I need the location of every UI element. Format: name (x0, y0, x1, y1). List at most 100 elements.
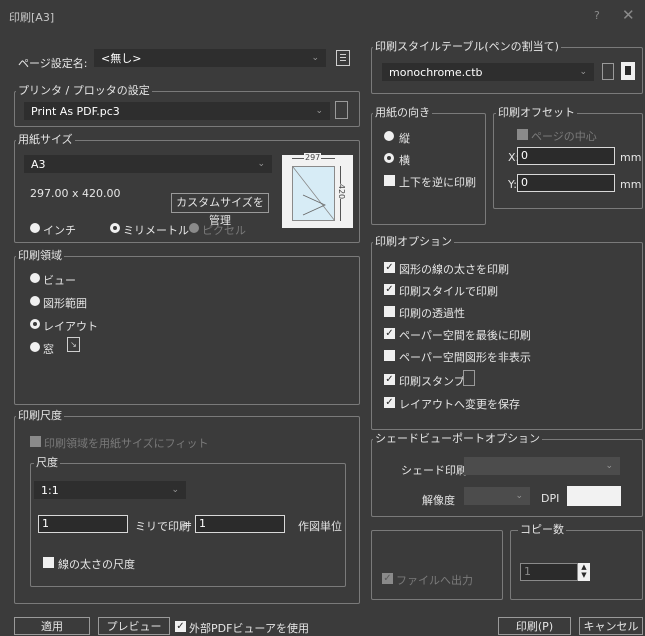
area-layout-radio[interactable] (30, 319, 40, 329)
center-plot-label: ページの中心 (531, 130, 597, 143)
lineweight-scale-label: 線の太さの尺度 (58, 558, 135, 571)
offset-group-label: 印刷オフセット (496, 106, 577, 119)
area-view-label: ビュー (43, 274, 76, 287)
scale-unit-input[interactable]: 1 (195, 515, 285, 533)
offset-y-unit: mm (620, 178, 642, 191)
print-button[interactable]: 印刷(P) (498, 617, 571, 635)
external-pdf-checkbox[interactable]: ✓ (175, 621, 186, 632)
area-extents-radio[interactable] (30, 296, 40, 306)
page-setup-label: ページ設定名: (18, 57, 88, 70)
paper-dimensions: 297.00 x 420.00 (30, 187, 121, 200)
plot-style-group-label: 印刷スタイルテーブル(ペンの割当て) (373, 40, 561, 53)
unit-mm-label: ミリメートル (123, 224, 189, 237)
plot-style-value: monochrome.ctb (389, 66, 483, 79)
custom-size-button[interactable]: カスタムサイズを管理 (171, 193, 269, 227)
plot-style-dropdown[interactable]: monochrome.ctb ⌄ (382, 63, 594, 81)
paper-diagonal-icon (293, 167, 335, 221)
file-output-group (371, 530, 503, 600)
option-transparency-checkbox[interactable] (384, 306, 395, 317)
landscape-radio[interactable] (384, 153, 394, 163)
title-bar: 印刷[A3] ? ✕ (0, 0, 645, 32)
scale-dropdown[interactable]: 1:1 ⌄ (34, 481, 186, 499)
copies-group-label: コピー数 (518, 523, 566, 536)
printer-properties-button[interactable] (335, 101, 348, 119)
offset-x-unit: mm (620, 151, 642, 164)
unit-pixel-radio[interactable] (189, 223, 199, 233)
scale-equals: = (183, 518, 193, 531)
area-extents-label: 図形範囲 (43, 297, 87, 310)
page-setup-dropdown[interactable]: <無し> ⌄ (94, 49, 326, 67)
scale-unit-label: 作図単位 (298, 520, 342, 533)
printer-group-label: プリンタ / プロッタの設定 (16, 84, 152, 97)
stamp-settings-button[interactable] (463, 370, 475, 386)
help-button[interactable]: ? (594, 9, 600, 22)
option-lineweights-label: 図形の線の太さを印刷 (399, 263, 509, 276)
chevron-down-icon: ⌄ (515, 491, 523, 501)
plot-scale-group-label: 印刷尺度 (16, 409, 64, 422)
option-hide-objects-checkbox[interactable] (384, 350, 395, 361)
offset-y-input[interactable]: 0 (517, 174, 615, 192)
resolution-label: 解像度 (422, 494, 455, 507)
option-transparency-label: 印刷の透過性 (399, 307, 465, 320)
close-button[interactable]: ✕ (622, 6, 635, 24)
offset-x-input[interactable]: 0 (517, 147, 615, 165)
copies-input[interactable]: 1 (520, 563, 578, 581)
area-window-radio[interactable] (30, 342, 40, 352)
copies-spinner[interactable]: ▲ ▼ (578, 563, 590, 581)
cancel-button[interactable]: キャンセル (579, 617, 643, 635)
area-layout-label: レイアウト (43, 320, 98, 333)
chevron-down-icon: ⌄ (171, 485, 179, 495)
unit-inch-radio[interactable] (30, 223, 40, 233)
option-hide-objects-label: ペーパー空間図形を非表示 (399, 351, 531, 364)
printer-dropdown[interactable]: Print As PDF.pc3 ⌄ (24, 102, 330, 120)
shade-options-group-label: シェードビューポートオプション (373, 432, 542, 445)
plot-area-group-label: 印刷領域 (16, 249, 64, 262)
upside-down-checkbox[interactable] (384, 175, 395, 186)
unit-pixel-label: ピクセル (202, 224, 246, 237)
paper-size-value: A3 (31, 158, 46, 171)
orientation-group (371, 113, 486, 225)
paper-size-dropdown[interactable]: A3 ⌄ (24, 155, 272, 173)
plot-style-edit-button[interactable] (602, 63, 614, 80)
page-setup-value: <無し> (101, 52, 142, 65)
option-paperspace-last-label: ペーパー空間を最後に印刷 (399, 329, 531, 342)
unit-inch-label: インチ (43, 224, 76, 237)
option-save-layout-checkbox[interactable]: ✓ (384, 397, 395, 408)
upside-down-label: 上下を逆に印刷 (399, 176, 476, 189)
option-paperspace-last-checkbox[interactable]: ✓ (384, 328, 395, 339)
shade-plot-dropdown[interactable]: ⌄ (464, 457, 620, 475)
resolution-dropdown[interactable]: ⌄ (464, 487, 530, 505)
scale-mm-input[interactable]: 1 (38, 515, 128, 533)
chevron-down-icon: ⌄ (257, 159, 265, 169)
preview-button[interactable]: プレビュー (98, 617, 170, 635)
landscape-label: 横 (399, 154, 410, 167)
preview-width: 297 (304, 153, 322, 162)
dpi-input[interactable] (567, 486, 621, 506)
external-pdf-label: 外部PDFビューアを使用 (189, 622, 309, 635)
option-plotstyles-checkbox[interactable]: ✓ (384, 284, 395, 295)
window-title: 印刷[A3] (9, 11, 55, 24)
unit-mm-radio[interactable] (110, 223, 120, 233)
printer-value: Print As PDF.pc3 (31, 105, 120, 118)
option-stamp-checkbox[interactable]: ✓ (384, 374, 395, 385)
option-lineweights-checkbox[interactable]: ✓ (384, 262, 395, 273)
area-window-label: 窓 (43, 343, 54, 356)
page-setup-import-icon[interactable] (336, 50, 350, 66)
chevron-down-icon: ⌄ (315, 106, 323, 116)
center-plot-checkbox[interactable] (517, 129, 528, 140)
lineweight-scale-checkbox[interactable] (43, 557, 54, 568)
new-plot-style-icon[interactable] (621, 62, 635, 80)
chevron-down-icon: ⌄ (605, 461, 613, 471)
scale-subgroup-label: 尺度 (34, 456, 60, 469)
shade-plot-label: シェード印刷 (401, 464, 467, 477)
apply-button[interactable]: 適用 (14, 617, 90, 635)
portrait-radio[interactable] (384, 131, 394, 141)
area-view-radio[interactable] (30, 273, 40, 283)
option-plotstyles-label: 印刷スタイルで印刷 (399, 285, 498, 298)
plot-to-file-checkbox[interactable]: ✓ (382, 573, 393, 584)
option-stamp-label: 印刷スタンプ (399, 375, 465, 388)
fit-to-paper-checkbox[interactable] (30, 436, 41, 447)
fit-to-paper-label: 印刷領域を用紙サイズにフィット (44, 437, 209, 450)
select-window-icon[interactable]: ↘ (67, 337, 80, 352)
plot-options-group-label: 印刷オプション (373, 235, 454, 248)
